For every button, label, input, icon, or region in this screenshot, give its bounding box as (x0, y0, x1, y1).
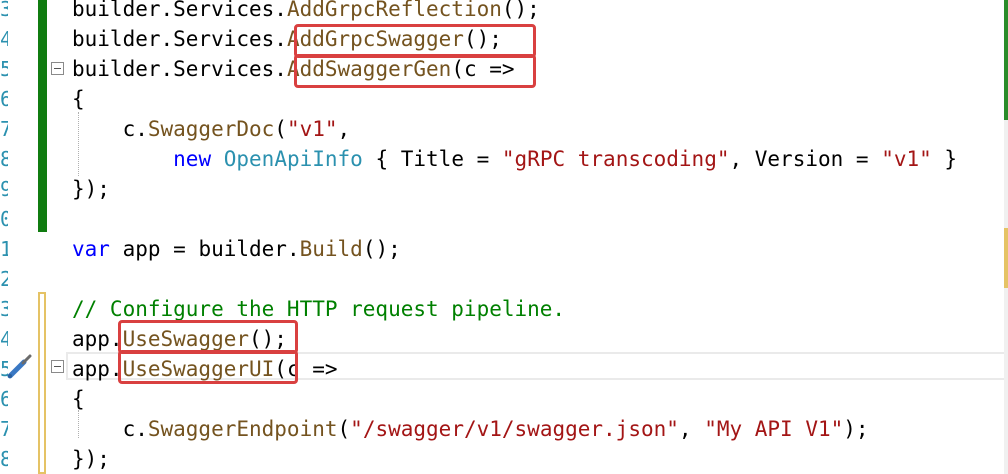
line-number: 3 (0, 0, 8, 21)
scroll-marker (1004, 0, 1008, 120)
code-editor[interactable]: 3456789012345678 builder.Services.AddGrp… (0, 0, 1008, 474)
code-token: builder.Services. (72, 57, 287, 81)
line-number: 7 (0, 117, 8, 141)
line-number: 8 (0, 147, 8, 171)
code-token: app. (72, 327, 123, 351)
line-number: 8 (0, 447, 8, 471)
highlight-box-add-swagger-gen (294, 54, 536, 88)
code-line[interactable]: c.SwaggerDoc("v1", (72, 114, 351, 144)
code-token: (); (501, 0, 540, 21)
line-number: 7 (0, 417, 8, 441)
comment-token: // Configure the HTTP request pipeline. (72, 297, 566, 321)
code-line[interactable]: }); (72, 444, 110, 474)
code-token: , (678, 417, 705, 441)
code-token: }); (72, 447, 110, 471)
scroll-marker (1004, 228, 1008, 288)
line-number: 4 (0, 27, 8, 51)
collapse-minus-icon[interactable] (51, 360, 64, 373)
code-token: { Title = (362, 147, 502, 171)
string-literal: "v1" (881, 147, 932, 171)
code-token: builder.Services. (72, 0, 287, 21)
line-number: 0 (0, 207, 8, 231)
string-literal: "gRPC transcoding" (501, 147, 730, 171)
highlight-box-use-swagger-ui (118, 350, 298, 384)
code-token: } (931, 147, 958, 171)
code-token: ( (337, 417, 351, 441)
line-number: 3 (0, 297, 8, 321)
type-token: OpenApiInfo (223, 147, 363, 171)
string-literal: "My API V1" (704, 417, 844, 441)
collapse-minus-icon[interactable] (51, 62, 64, 75)
change-bar-saved (38, 0, 47, 232)
method-token: Build (299, 237, 363, 261)
code-line[interactable]: var app = builder.Build(); (72, 234, 401, 264)
keyword-token: var (72, 237, 110, 261)
string-literal: "v1" (286, 117, 338, 141)
code-token: (); (362, 237, 401, 261)
vertical-scrollbar[interactable] (1004, 0, 1008, 474)
code-token: c. (72, 417, 148, 441)
change-bar-unsaved (38, 292, 46, 474)
code-token: , Version = (729, 147, 882, 171)
line-number: 6 (0, 387, 8, 411)
line-number: 9 (0, 177, 8, 201)
string-literal: "/swagger/v1/swagger.json" (350, 417, 679, 441)
code-token: { (72, 387, 85, 411)
code-line[interactable]: c.SwaggerEndpoint("/swagger/v1/swagger.j… (72, 414, 869, 444)
method-token: AddGrpcReflection (286, 0, 502, 21)
code-token: app. (72, 357, 123, 381)
line-number: 1 (0, 237, 8, 261)
keyword-token: new (173, 147, 212, 171)
code-token: c. (72, 117, 148, 141)
code-line[interactable]: { (72, 384, 85, 414)
code-token: ); (843, 417, 869, 441)
method-token: SwaggerDoc (147, 117, 275, 141)
highlight-box-add-grpc-swagger (294, 24, 536, 58)
code-token: { (72, 87, 85, 111)
code-token: app = builder. (109, 237, 300, 261)
line-number: 5 (0, 57, 8, 81)
code-token: ( (274, 117, 287, 141)
line-number: 2 (0, 267, 8, 291)
method-token: SwaggerEndpoint (147, 417, 338, 441)
code-line[interactable]: }); (72, 174, 110, 204)
screwdriver-lightbulb-icon[interactable] (4, 354, 34, 380)
highlight-box-use-swagger (118, 320, 298, 354)
code-token: builder.Services. (72, 27, 287, 51)
code-token: , (337, 117, 351, 141)
code-token: }); (72, 177, 110, 201)
line-number: 6 (0, 87, 8, 111)
line-number: 4 (0, 327, 8, 351)
code-line[interactable]: new OpenApiInfo { Title = "gRPC transcod… (72, 144, 957, 174)
code-line[interactable]: { (72, 84, 85, 114)
code-line[interactable]: builder.Services.AddGrpcReflection(); (72, 0, 540, 24)
